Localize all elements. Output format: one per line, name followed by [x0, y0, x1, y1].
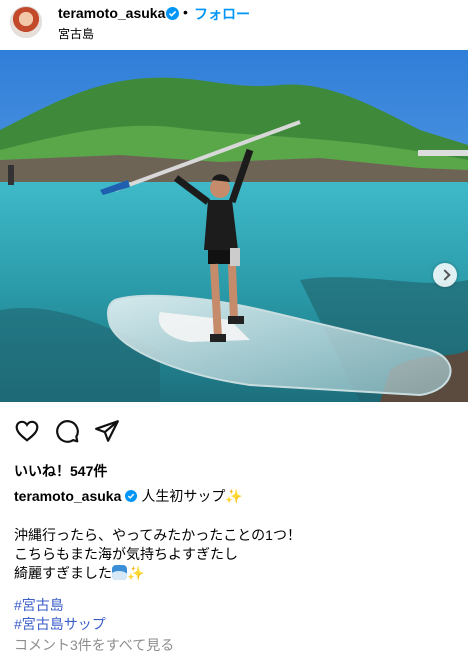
send-icon[interactable] [94, 418, 122, 446]
caption-title: 人生初サップ [141, 488, 226, 504]
view-all-comments-link[interactable]: コメント3件をすべて見る [14, 635, 174, 655]
caption-line: 沖縄行ったら、やってみたかったことの1つ！ [14, 527, 301, 543]
wave-emoji-icon [112, 565, 127, 580]
action-bar [0, 418, 468, 448]
follow-button[interactable]: フォロー [194, 4, 250, 24]
hashtag-list: #宮古島 #宮古島サップ [14, 596, 106, 634]
hashtag-link[interactable]: #宮古島 [14, 596, 106, 615]
verified-badge-icon [166, 7, 179, 20]
caption-body: 沖縄行ったら、やってみたかったことの1つ！ こちらもまた海が気持ちよすぎたし 綺… [14, 526, 301, 583]
likes-count[interactable]: いいね！547件 [14, 461, 107, 481]
comment-icon[interactable] [54, 418, 82, 446]
carousel-next-button[interactable] [433, 263, 457, 287]
caption-header: teramoto_asuka 人生初サップ✨ [14, 487, 454, 506]
username-link[interactable]: teramoto_asuka [58, 5, 165, 21]
caption-username[interactable]: teramoto_asuka [14, 488, 121, 504]
location-link[interactable]: 宮古島 [58, 25, 94, 42]
post-image[interactable] [0, 50, 468, 402]
caption-line: こちらもまた海が気持ちよすぎたし [14, 546, 238, 562]
heart-icon[interactable] [14, 418, 42, 446]
separator-dot: • [183, 4, 188, 20]
sparkle-emoji: ✨ [225, 488, 243, 504]
verified-badge-icon [125, 490, 138, 502]
avatar[interactable] [10, 6, 42, 38]
sparkle-emoji: ✨ [127, 565, 145, 581]
hashtag-link[interactable]: #宮古島サップ [14, 615, 106, 634]
post-header: teramoto_asuka • フォロー 宮古島 [0, 0, 468, 50]
caption-line: 綺麗すぎました [14, 565, 112, 581]
